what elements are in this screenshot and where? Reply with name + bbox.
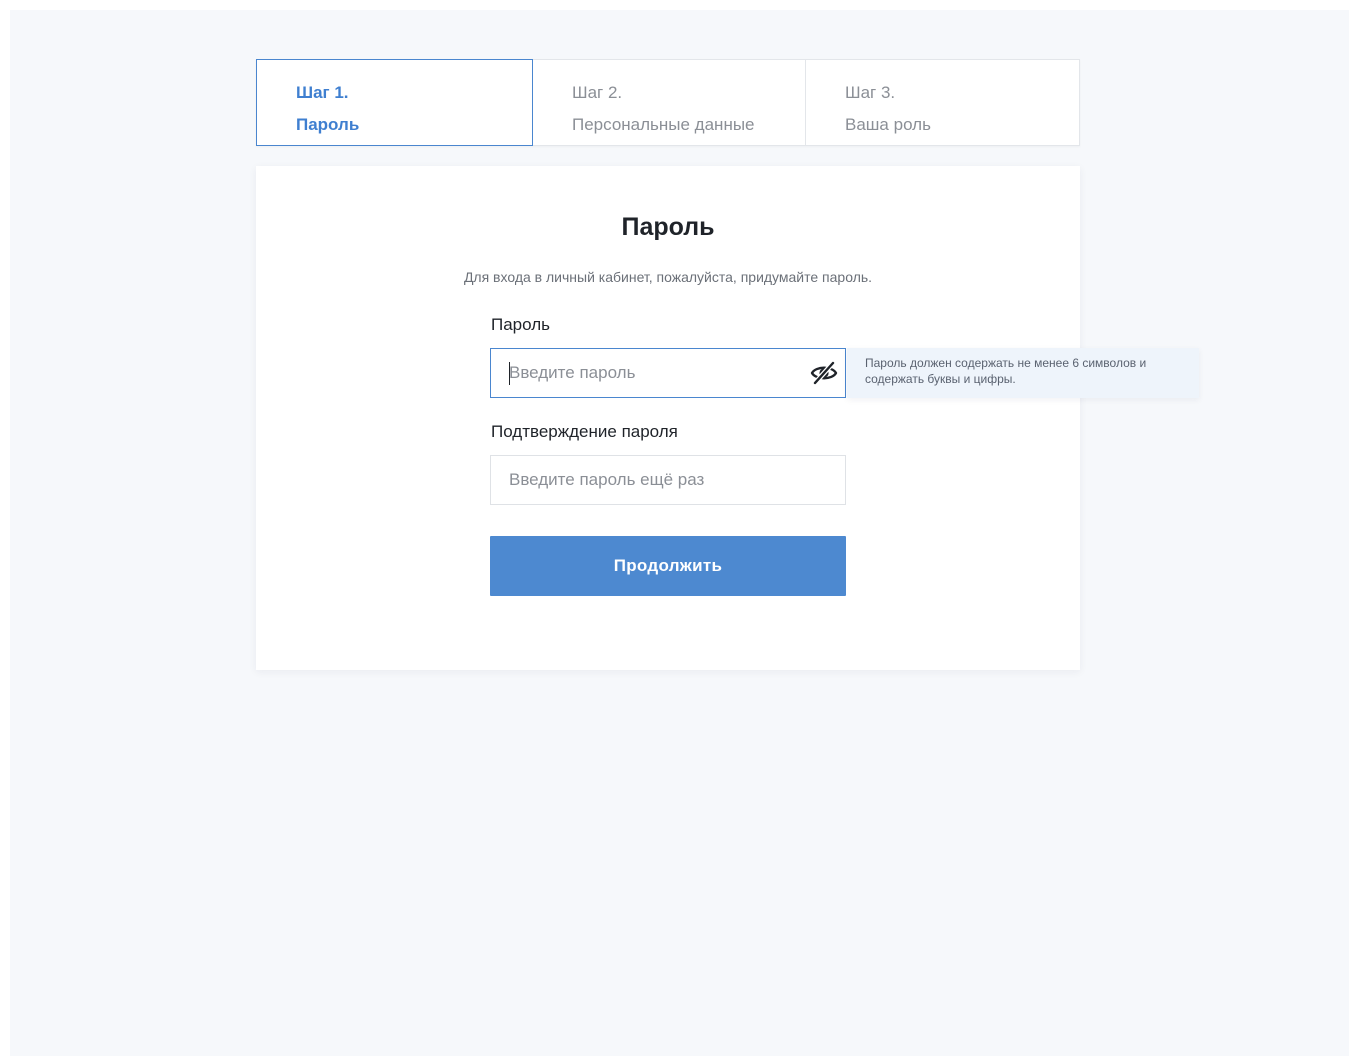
step-title: Пароль bbox=[296, 115, 360, 134]
form-title: Пароль bbox=[621, 213, 715, 241]
page-background: Шаг 1. Пароль Шаг 2. Персональные данные… bbox=[10, 10, 1349, 1056]
form-subtitle: Для входа в личный кабинет, пожалуйста, … bbox=[463, 269, 873, 285]
step-tab-password[interactable]: Шаг 1. Пароль bbox=[256, 59, 533, 146]
registration-stepper: Шаг 1. Пароль Шаг 2. Персональные данные… bbox=[256, 59, 1080, 146]
text-caret bbox=[509, 362, 510, 385]
step-title: Персональные данные bbox=[572, 115, 755, 134]
password-input[interactable] bbox=[491, 349, 781, 397]
password-hint-tooltip: Пароль должен содержать не менее 6 симво… bbox=[847, 348, 1199, 398]
step-tab-your-role[interactable]: Шаг 3. Ваша роль bbox=[806, 60, 1079, 145]
continue-button[interactable]: Продолжить bbox=[490, 536, 846, 596]
confirm-password-label: Подтверждение пароля bbox=[491, 422, 678, 441]
password-form-card: Пароль Для входа в личный кабинет, пожал… bbox=[256, 166, 1199, 670]
password-label: Пароль bbox=[491, 315, 550, 334]
eye-slash-icon[interactable] bbox=[809, 359, 839, 387]
confirm-password-field-wrapper bbox=[490, 455, 846, 505]
step-number: Шаг 3. bbox=[845, 83, 896, 102]
confirm-password-input[interactable] bbox=[491, 456, 781, 504]
password-field-wrapper bbox=[490, 348, 846, 398]
step-number: Шаг 2. bbox=[572, 83, 623, 102]
eye-slash-icon-graphic bbox=[810, 361, 838, 385]
step-number: Шаг 1. bbox=[296, 83, 349, 102]
step-tab-personal-data[interactable]: Шаг 2. Персональные данные bbox=[533, 60, 806, 145]
step-title: Ваша роль bbox=[845, 115, 931, 134]
